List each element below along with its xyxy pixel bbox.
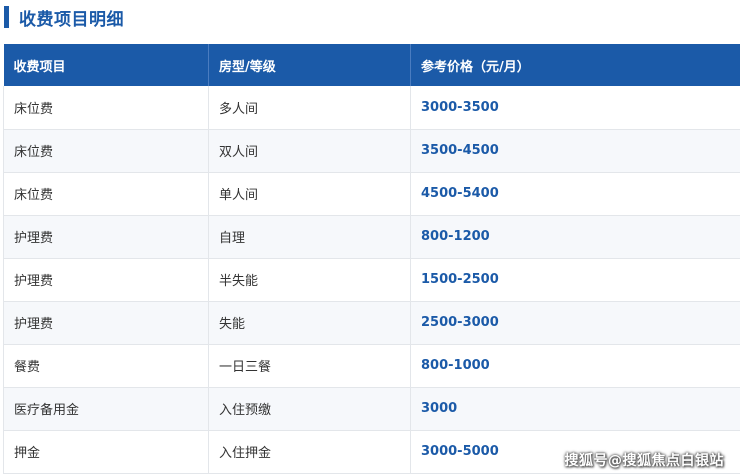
fee-table: 收费项目 房型/等级 参考价格（元/月） 床位费 多人间 3000-3500 床… <box>3 44 740 474</box>
cell-fee-item: 护理费 <box>3 301 209 345</box>
cell-room-level: 自理 <box>208 215 411 259</box>
cell-room-level: 入住预缴 <box>208 387 411 431</box>
cell-room-level: 单人间 <box>208 172 411 216</box>
header-fee-item: 收费项目 <box>3 44 209 86</box>
table-row: 护理费 半失能 1500-2500 <box>3 258 740 302</box>
cell-fee-item: 床位费 <box>3 172 209 216</box>
cell-price: 800-1000 <box>410 344 740 388</box>
cell-price: 3500-4500 <box>410 129 740 173</box>
table-row: 医疗备用金 入住预缴 3000 <box>3 387 740 431</box>
cell-fee-item: 护理费 <box>3 258 209 302</box>
cell-room-level: 双人间 <box>208 129 411 173</box>
cell-fee-item: 床位费 <box>3 129 209 173</box>
table-row: 床位费 多人间 3000-3500 <box>3 86 740 130</box>
table-row: 床位费 单人间 4500-5400 <box>3 172 740 216</box>
section-header: 收费项目明细 <box>0 4 124 30</box>
cell-price: 3000 <box>410 387 740 431</box>
cell-room-level: 入住押金 <box>208 430 411 474</box>
section-title: 收费项目明细 <box>19 9 124 30</box>
cell-fee-item: 医疗备用金 <box>3 387 209 431</box>
cell-room-level: 失能 <box>208 301 411 345</box>
table-row: 护理费 失能 2500-3000 <box>3 301 740 345</box>
cell-price: 4500-5400 <box>410 172 740 216</box>
cell-room-level: 半失能 <box>208 258 411 302</box>
table-header-row: 收费项目 房型/等级 参考价格（元/月） <box>3 44 740 86</box>
cell-room-level: 一日三餐 <box>208 344 411 388</box>
table-row: 护理费 自理 800-1200 <box>3 215 740 259</box>
table-row: 床位费 双人间 3500-4500 <box>3 129 740 173</box>
header-reference-price: 参考价格（元/月） <box>410 44 740 86</box>
title-accent-bar <box>4 6 9 28</box>
table-row: 餐费 一日三餐 800-1000 <box>3 344 740 388</box>
cell-price: 1500-2500 <box>410 258 740 302</box>
cell-fee-item: 餐费 <box>3 344 209 388</box>
cell-fee-item: 床位费 <box>3 86 209 130</box>
cell-price: 800-1200 <box>410 215 740 259</box>
cell-price: 2500-3000 <box>410 301 740 345</box>
header-room-level: 房型/等级 <box>208 44 411 86</box>
watermark: 搜狐号@搜狐焦点白银站 <box>564 453 724 469</box>
page: 收费项目明细 收费项目 房型/等级 参考价格（元/月） 床位费 多人间 3000… <box>0 0 740 476</box>
cell-price: 3000-3500 <box>410 86 740 130</box>
cell-fee-item: 护理费 <box>3 215 209 259</box>
cell-room-level: 多人间 <box>208 86 411 130</box>
cell-fee-item: 押金 <box>3 430 209 474</box>
